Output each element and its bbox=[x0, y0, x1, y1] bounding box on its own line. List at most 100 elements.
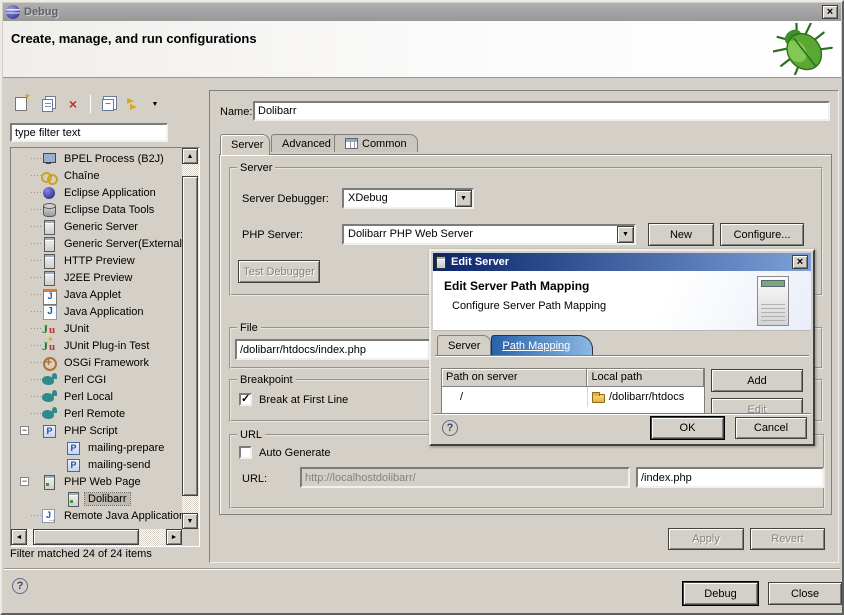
auto-generate-checkbox[interactable] bbox=[239, 446, 252, 459]
collapse-all-button[interactable] bbox=[97, 93, 119, 115]
tree-item-label: Generic Server(External La bbox=[61, 238, 182, 250]
eclipse-icon bbox=[6, 5, 20, 19]
tree-item-java-applet[interactable]: Java Applet bbox=[11, 286, 182, 303]
server-debugger-combo[interactable]: XDebug ▼ bbox=[342, 188, 474, 209]
collapse-node-icon[interactable]: − bbox=[20, 426, 29, 435]
tree-item-java-application[interactable]: Java Application bbox=[11, 303, 182, 320]
php-server-combo[interactable]: Dolibarr PHP Web Server ▼ bbox=[342, 224, 636, 245]
tree-connector bbox=[31, 192, 41, 193]
scroll-up-button[interactable]: ▲ bbox=[182, 148, 198, 164]
dialog-tab-server[interactable]: Server bbox=[437, 335, 491, 355]
tree-item-label: PHP Web Page bbox=[61, 476, 144, 488]
column-path-on-server[interactable]: Path on server bbox=[442, 369, 587, 387]
edit-server-heading: Edit Server Path Mapping bbox=[433, 271, 811, 293]
perl-cgi-icon bbox=[41, 372, 57, 388]
tree-item-junit[interactable]: JUnit bbox=[11, 320, 182, 337]
tab-common[interactable]: Common bbox=[334, 134, 418, 152]
tree-item-perl-remote[interactable]: Perl Remote bbox=[11, 405, 182, 422]
cell-path-on-server: / bbox=[442, 387, 588, 407]
tree-item-mailing-prepare[interactable]: mailing-prepare bbox=[11, 439, 182, 456]
edit-server-title: Edit Server bbox=[451, 256, 509, 268]
debug-configurations-window: Debug × Create, manage, and run configur… bbox=[0, 0, 844, 615]
url-base-input-wrap bbox=[300, 467, 630, 488]
cancel-button[interactable]: Cancel bbox=[735, 417, 807, 439]
tree-connector bbox=[31, 260, 41, 261]
help-button[interactable]: ? bbox=[12, 578, 28, 594]
tree-item-http-preview[interactable]: HTTP Preview bbox=[11, 252, 182, 269]
tree-item-j2ee-preview[interactable]: J2EE Preview bbox=[11, 269, 182, 286]
scroll-right-button[interactable]: ► bbox=[166, 529, 182, 545]
cha-ne-icon bbox=[41, 168, 57, 184]
tree-item-generic-server[interactable]: Generic Server bbox=[11, 218, 182, 235]
tree-item-mailing-send[interactable]: mailing-send bbox=[11, 456, 182, 473]
debug-button[interactable]: Debug bbox=[683, 582, 758, 605]
dialog-help-button[interactable]: ? bbox=[442, 420, 458, 436]
window-titlebar[interactable]: Debug × bbox=[3, 3, 841, 21]
tree-item-php-web-page[interactable]: − PHP Web Page bbox=[11, 473, 182, 490]
url-path-input[interactable] bbox=[638, 469, 822, 486]
test-debugger-button[interactable]: Test Debugger bbox=[238, 260, 320, 283]
tree-connector bbox=[31, 515, 41, 516]
duplicate-configuration-button[interactable] bbox=[36, 93, 58, 115]
column-local-path[interactable]: Local path bbox=[587, 369, 704, 387]
tree-item-eclipse-application[interactable]: Eclipse Application bbox=[11, 184, 182, 201]
tree-horizontal-scrollbar[interactable]: ◄ ► bbox=[11, 529, 182, 546]
dolibarr-icon bbox=[65, 491, 81, 507]
tree-item-generic-server-external-la[interactable]: Generic Server(External La bbox=[11, 235, 182, 252]
url-label: URL: bbox=[242, 473, 267, 485]
tab-server[interactable]: Server bbox=[220, 134, 270, 155]
tree-item-dolibarr[interactable]: Dolibarr bbox=[11, 490, 182, 507]
ok-button[interactable]: OK bbox=[651, 417, 724, 439]
tree-item-eclipse-data-tools[interactable]: Eclipse Data Tools bbox=[11, 201, 182, 218]
vertical-scroll-thumb[interactable] bbox=[182, 176, 198, 496]
collapse-node-icon[interactable]: − bbox=[20, 477, 29, 486]
toolbar-menu-button[interactable]: ▼ bbox=[149, 93, 161, 115]
tree-connector bbox=[31, 379, 41, 380]
tree-item-php-script[interactable]: −PHP Script bbox=[11, 422, 182, 439]
tree-vertical-scrollbar[interactable]: ▲ ▼ bbox=[182, 148, 199, 529]
toolbar-separator bbox=[90, 95, 91, 113]
apply-button[interactable]: Apply bbox=[668, 528, 744, 550]
filter-launch-button[interactable] bbox=[123, 93, 145, 115]
php-server-dropdown-icon[interactable]: ▼ bbox=[617, 226, 634, 243]
name-input[interactable] bbox=[255, 103, 828, 119]
tab-advanced[interactable]: Advanced bbox=[271, 134, 342, 152]
header-banner: Create, manage, and run configurations bbox=[3, 21, 841, 78]
window-close-button[interactable]: × bbox=[822, 5, 838, 19]
add-mapping-button[interactable]: Add bbox=[711, 369, 803, 392]
break-first-line-checkbox[interactable]: ✓ bbox=[239, 393, 252, 406]
dialog-tab-path-mapping-label: Path Mapping bbox=[502, 340, 570, 352]
generic-server-external-la-icon bbox=[41, 236, 57, 252]
tree-item-cha-ne[interactable]: Chaîne bbox=[11, 167, 182, 184]
bpel-process-b2j-icon bbox=[41, 151, 57, 167]
new-configuration-button[interactable] bbox=[10, 93, 32, 115]
tree-item-perl-local[interactable]: Perl Local bbox=[11, 388, 182, 405]
revert-button[interactable]: Revert bbox=[750, 528, 825, 550]
java-applet-icon bbox=[41, 287, 57, 303]
tree-item-label: Chaîne bbox=[61, 170, 102, 182]
configure-server-button[interactable]: Configure... bbox=[720, 223, 804, 246]
url-path-input-wrap bbox=[636, 467, 824, 488]
edit-server-titlebar[interactable]: Edit Server × bbox=[433, 253, 811, 271]
edit-server-close-button[interactable]: × bbox=[792, 255, 808, 269]
scroll-down-button[interactable]: ▼ bbox=[182, 513, 198, 529]
horizontal-scroll-thumb[interactable] bbox=[33, 529, 139, 545]
tree-item-label: Eclipse Application bbox=[61, 187, 159, 199]
url-base-input bbox=[302, 469, 628, 486]
path-mapping-table[interactable]: Path on server Local path / /dolibarr/ht… bbox=[441, 368, 705, 417]
table-row[interactable]: / /dolibarr/htdocs bbox=[442, 387, 704, 407]
scroll-left-button[interactable]: ◄ bbox=[11, 529, 27, 545]
tree-connector bbox=[31, 158, 41, 159]
dialog-tab-path-mapping[interactable]: Path Mapping bbox=[491, 335, 593, 355]
delete-configuration-button[interactable]: × bbox=[62, 93, 84, 115]
filter-input[interactable] bbox=[12, 125, 166, 140]
tree-item-bpel-process-b2j[interactable]: BPEL Process (B2J) bbox=[11, 150, 182, 167]
tree-item-remote-java-application[interactable]: Remote Java Application bbox=[11, 507, 182, 524]
close-button[interactable]: Close bbox=[768, 582, 842, 605]
config-tree: BPEL Process (B2J) Chaîne Eclipse Applicat… bbox=[11, 150, 182, 529]
server-debugger-dropdown-icon[interactable]: ▼ bbox=[455, 190, 472, 207]
tree-item-junit-plug-in-test[interactable]: ✦JUnit Plug-in Test bbox=[11, 337, 182, 354]
tree-item-perl-cgi[interactable]: Perl CGI bbox=[11, 371, 182, 388]
new-server-button[interactable]: New bbox=[648, 223, 714, 246]
tree-item-osgi-framework[interactable]: OSGi Framework bbox=[11, 354, 182, 371]
